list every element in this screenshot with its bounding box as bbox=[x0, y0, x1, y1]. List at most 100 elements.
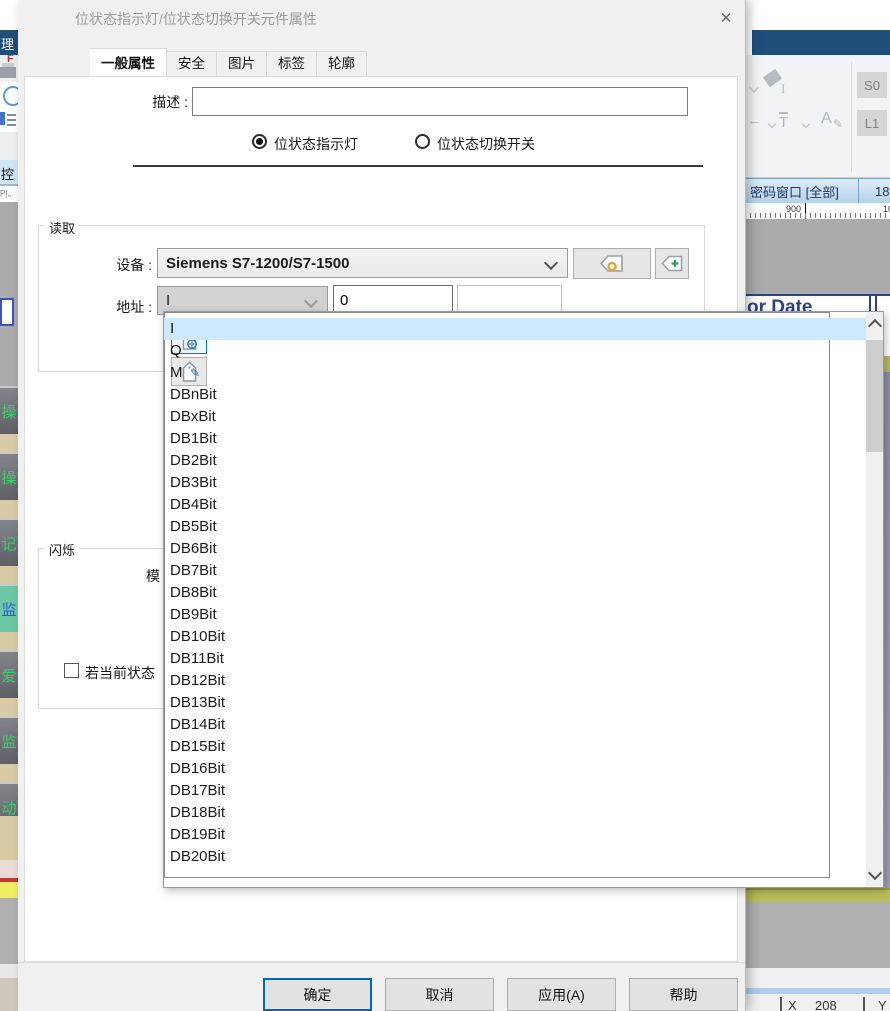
address-extra-input[interactable] bbox=[457, 285, 562, 313]
chevron-down-icon bbox=[304, 294, 318, 308]
list-item[interactable]: DB19Bit bbox=[164, 824, 830, 846]
background-sidebar-button: 爱 bbox=[0, 650, 18, 698]
dialog-title: 位状态指示灯/位状态切换开关元件属性 bbox=[75, 9, 317, 29]
background-filler bbox=[0, 964, 18, 978]
list-item[interactable]: DB9Bit bbox=[164, 604, 830, 626]
background-sidebar: 操操记监爱监动 bbox=[0, 386, 18, 816]
dialog-tab-bar: 一般属性安全图片标签轮廓 bbox=[90, 48, 367, 77]
background-icon-fragment bbox=[0, 82, 18, 110]
list-item[interactable]: I bbox=[164, 318, 830, 340]
chevron-down-icon bbox=[544, 256, 558, 270]
canvas-divider bbox=[869, 296, 871, 311]
read-group-label: 读取 bbox=[45, 218, 79, 237]
background-toolbar: I ← T A ✎ S0 L1 bbox=[745, 55, 890, 177]
background-sliver bbox=[884, 356, 890, 372]
list-item[interactable]: DB5Bit bbox=[164, 516, 830, 538]
footer-separator bbox=[18, 962, 745, 963]
list-item[interactable]: DB18Bit bbox=[164, 802, 830, 824]
list-item[interactable]: M bbox=[164, 362, 830, 384]
background-sliver bbox=[884, 311, 890, 356]
status-y-label: Y bbox=[878, 998, 887, 1011]
list-item[interactable]: DB3Bit bbox=[164, 472, 830, 494]
background-filler bbox=[0, 978, 18, 1011]
status-separator bbox=[863, 997, 865, 1011]
list-item[interactable]: DB10Bit bbox=[164, 626, 830, 648]
list-item[interactable]: DB17Bit bbox=[164, 780, 830, 802]
status-x-label: X bbox=[788, 998, 797, 1011]
canvas-object-fragment bbox=[0, 298, 14, 326]
radio-bit-switch[interactable] bbox=[415, 134, 430, 149]
list-item[interactable]: Q bbox=[164, 340, 830, 362]
background-filler bbox=[0, 898, 18, 964]
canvas-header-text: or Date bbox=[747, 297, 812, 311]
dialog-footer-button[interactable]: 取消 bbox=[385, 978, 494, 1011]
list-item[interactable]: DB11Bit bbox=[164, 648, 830, 670]
background-titlebar bbox=[752, 30, 890, 55]
state-button-s0[interactable]: S0 bbox=[857, 72, 887, 98]
background-icon-fragment-2 bbox=[0, 110, 18, 132]
tag-library-button[interactable] bbox=[573, 248, 651, 279]
list-item[interactable]: DB6Bit bbox=[164, 538, 830, 560]
dialog-footer-button[interactable]: 帮助 bbox=[629, 978, 738, 1011]
flash-condition-checkbox[interactable] bbox=[64, 663, 79, 678]
tag-plus-icon bbox=[661, 255, 683, 272]
circle-icon bbox=[3, 86, 18, 106]
list-item[interactable]: DB12Bit bbox=[164, 670, 830, 692]
list-item[interactable]: DB2Bit bbox=[164, 450, 830, 472]
background-canvas-bottom bbox=[745, 901, 890, 968]
dialog-tab[interactable]: 安全 bbox=[167, 51, 217, 77]
dialog-tab[interactable]: 轮廓 bbox=[317, 51, 367, 77]
format-painter-caret: I bbox=[781, 81, 785, 97]
background-sidebar-button: 监 bbox=[0, 584, 18, 632]
list-item[interactable]: DB8Bit bbox=[164, 582, 830, 604]
list-item[interactable]: DB4Bit bbox=[164, 494, 830, 516]
dialog-footer-button[interactable]: 应用(A) bbox=[507, 978, 616, 1011]
list-icon-line bbox=[7, 114, 16, 116]
list-item[interactable]: DB14Bit bbox=[164, 714, 830, 736]
radio-bit-lamp-label: 位状态指示灯 bbox=[274, 134, 358, 154]
address-type-dropdown-popup: ✎ IQMDBnBitDBxBitDB1BitDB2BitDB3BitDB4Bi… bbox=[163, 311, 884, 888]
background-menubar-fragment: 理 bbox=[0, 30, 18, 55]
window-tab-password[interactable]: 密码窗口 [全部] bbox=[745, 178, 863, 204]
menu-item-fragment: 理 bbox=[1, 34, 14, 53]
list-item[interactable]: DB7Bit bbox=[164, 560, 830, 582]
dialog-tab[interactable]: 一般属性 bbox=[90, 48, 167, 78]
radio-bit-lamp[interactable] bbox=[252, 134, 267, 149]
background-sidebar-button: 操 bbox=[0, 452, 18, 500]
font-edit-icon: A bbox=[821, 110, 832, 128]
list-item[interactable]: DB16Bit bbox=[164, 758, 830, 780]
dialog-tab[interactable]: 图片 bbox=[217, 51, 267, 77]
status-separator bbox=[780, 997, 782, 1011]
close-button[interactable]: ✕ bbox=[712, 6, 740, 30]
tab-label-fragment: 控 bbox=[1, 164, 14, 183]
dialog-footer-button[interactable]: 确定 bbox=[263, 978, 372, 1011]
list-item[interactable]: DBxBit bbox=[164, 406, 830, 428]
toolbar-separator bbox=[851, 62, 852, 172]
canvas-header-fragment: or Date bbox=[745, 294, 890, 311]
background-filler bbox=[0, 882, 18, 898]
list-item[interactable]: DB15Bit bbox=[164, 736, 830, 758]
address-type-items: IQMDBnBitDBxBitDB1BitDB2BitDB3BitDB4BitD… bbox=[164, 318, 830, 868]
list-icon bbox=[0, 112, 5, 125]
device-combobox[interactable]: Siemens S7-1200/S7-1500 bbox=[157, 248, 568, 278]
tag-add-button[interactable] bbox=[655, 248, 689, 279]
state-button-l1[interactable]: L1 bbox=[857, 110, 887, 136]
background-sidebar-button: 动 bbox=[0, 782, 18, 816]
list-item[interactable]: DB20Bit bbox=[164, 846, 830, 868]
window-tab-18[interactable]: 18 bbox=[858, 178, 890, 204]
background-sliver bbox=[884, 372, 890, 888]
background-canvas-left bbox=[0, 202, 18, 386]
dialog-tab[interactable]: 标签 bbox=[267, 51, 317, 77]
list-item[interactable]: DBnBit bbox=[164, 384, 830, 406]
list-item[interactable]: DB13Bit bbox=[164, 692, 830, 714]
align-top-icon: T bbox=[779, 112, 788, 131]
list-item[interactable]: DB1Bit bbox=[164, 428, 830, 450]
format-painter-icon bbox=[763, 69, 782, 87]
description-input[interactable] bbox=[192, 87, 688, 116]
close-icon: ✕ bbox=[720, 9, 733, 27]
dropdown-caret-icon bbox=[802, 120, 810, 128]
background-canvas-right bbox=[745, 219, 890, 296]
background-sidebar-button: 操 bbox=[0, 386, 18, 434]
ruler-ticks bbox=[745, 213, 890, 218]
arrow-left-icon: ← bbox=[747, 112, 762, 129]
